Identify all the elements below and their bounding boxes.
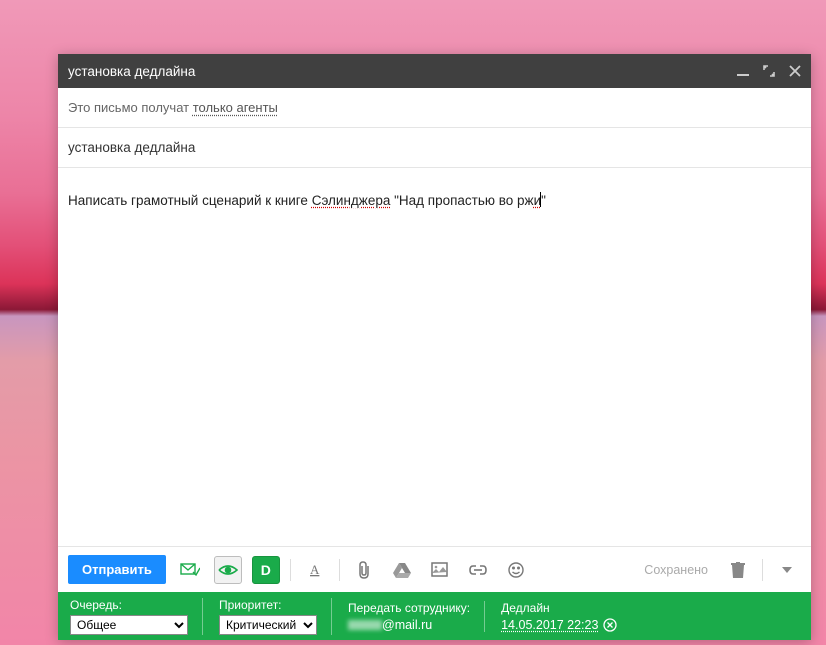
drive-icon[interactable] (388, 556, 416, 584)
trash-icon[interactable] (724, 556, 752, 584)
deadline-field: Дедлайн 14.05.2017 22:23 (501, 601, 631, 632)
priority-select[interactable]: Критический (219, 615, 317, 635)
properties-bar: Очередь: Общее Приоритет: Критический Пе… (58, 592, 811, 640)
deadline-value[interactable]: 14.05.2017 22:23 (501, 618, 617, 632)
recipients-link[interactable]: только агенты (193, 100, 278, 115)
subject-text: установка дедлайна (68, 140, 195, 155)
envelope-check-icon[interactable] (176, 556, 204, 584)
link-icon[interactable] (464, 556, 492, 584)
more-options-icon[interactable] (773, 556, 801, 584)
body-text: Написать грамотный сценарий к книге Сэли… (68, 193, 546, 208)
close-icon[interactable] (789, 65, 801, 77)
separator (290, 559, 291, 581)
separator (762, 559, 763, 581)
compose-window: установка дедлайна Это письмо получат то… (58, 54, 811, 640)
deadline-label: Дедлайн (501, 601, 617, 615)
eye-icon[interactable] (214, 556, 242, 584)
queue-select[interactable]: Общее (70, 615, 188, 635)
message-body[interactable]: Написать грамотный сценарий к книге Сэли… (58, 168, 811, 546)
emoji-icon[interactable] (502, 556, 530, 584)
priority-label: Приоритет: (219, 598, 317, 612)
expand-icon[interactable] (763, 65, 775, 77)
titlebar-controls (737, 65, 801, 77)
recipients-row[interactable]: Это письмо получат только агенты (58, 88, 811, 128)
image-icon[interactable] (426, 556, 454, 584)
saved-label: Сохранено (644, 563, 708, 577)
clear-deadline-icon[interactable] (603, 618, 617, 632)
transfer-field: Передать сотруднику: @mail.ru (348, 601, 485, 632)
toolbar: Отправить D A (58, 546, 811, 592)
d-badge-icon[interactable]: D (252, 556, 280, 584)
minimize-icon[interactable] (737, 65, 749, 77)
transfer-value[interactable]: @mail.ru (348, 618, 470, 632)
send-button[interactable]: Отправить (68, 555, 166, 584)
priority-field: Приоритет: Критический (219, 598, 332, 635)
separator (339, 559, 340, 581)
svg-text:A: A (310, 562, 320, 577)
window-title: установка дедлайна (68, 64, 737, 79)
transfer-label: Передать сотруднику: (348, 601, 470, 615)
recipients-prefix: Это письмо получат (68, 100, 193, 115)
queue-field: Очередь: Общее (70, 598, 203, 635)
queue-label: Очередь: (70, 598, 188, 612)
subject-row[interactable]: установка дедлайна (58, 128, 811, 168)
attachment-icon[interactable] (350, 556, 378, 584)
font-format-icon[interactable]: A (301, 556, 329, 584)
titlebar: установка дедлайна (58, 54, 811, 88)
